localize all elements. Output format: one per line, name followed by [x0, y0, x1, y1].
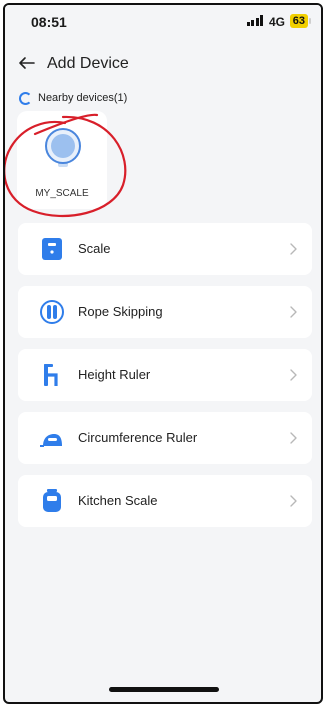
chevron-right-icon	[290, 369, 297, 381]
category-height-ruler[interactable]: Height Ruler	[18, 349, 312, 401]
scale-device-icon	[45, 128, 81, 167]
nearby-device-card[interactable]: MY_SCALE	[17, 111, 107, 209]
page-title: Add Device	[47, 55, 129, 72]
height-ruler-icon	[44, 364, 58, 386]
phone-screen: 08:51 4G 63 Add Device Nearby devices(1)…	[3, 3, 323, 704]
status-bar: 08:51 4G 63	[5, 5, 321, 39]
category-rope-skipping[interactable]: Rope Skipping	[18, 286, 312, 338]
circumference-ruler-icon	[40, 434, 62, 447]
back-arrow-icon[interactable]	[17, 53, 37, 73]
home-indicator[interactable]	[109, 687, 219, 692]
device-category-list: Scale Rope Skipping Height Ruler Circumf…	[18, 223, 312, 538]
nearby-devices-label: Nearby devices(1)	[38, 92, 128, 104]
chevron-right-icon	[290, 243, 297, 255]
nearby-device-name: MY_SCALE	[35, 188, 89, 199]
nearby-devices-header: Nearby devices(1)	[19, 89, 127, 107]
network-type: 4G	[268, 15, 285, 29]
chevron-right-icon	[290, 432, 297, 444]
status-time: 08:51	[31, 14, 67, 30]
category-kitchen-scale[interactable]: Kitchen Scale	[18, 475, 312, 527]
chevron-right-icon	[290, 495, 297, 507]
rope-skipping-icon	[40, 300, 64, 324]
category-label: Scale	[78, 241, 111, 256]
loading-spinner-icon	[19, 91, 32, 105]
category-label: Kitchen Scale	[78, 493, 158, 508]
signal-icon	[246, 15, 263, 26]
kitchen-scale-icon	[43, 489, 61, 512]
category-circumference-ruler[interactable]: Circumference Ruler	[18, 412, 312, 464]
category-label: Rope Skipping	[78, 304, 163, 319]
header: Add Device	[5, 51, 321, 81]
category-scale[interactable]: Scale	[18, 223, 312, 275]
scale-icon	[42, 238, 62, 260]
chevron-right-icon	[290, 306, 297, 318]
battery-icon: 63	[289, 14, 312, 28]
category-label: Height Ruler	[78, 367, 151, 382]
category-label: Circumference Ruler	[78, 430, 198, 445]
